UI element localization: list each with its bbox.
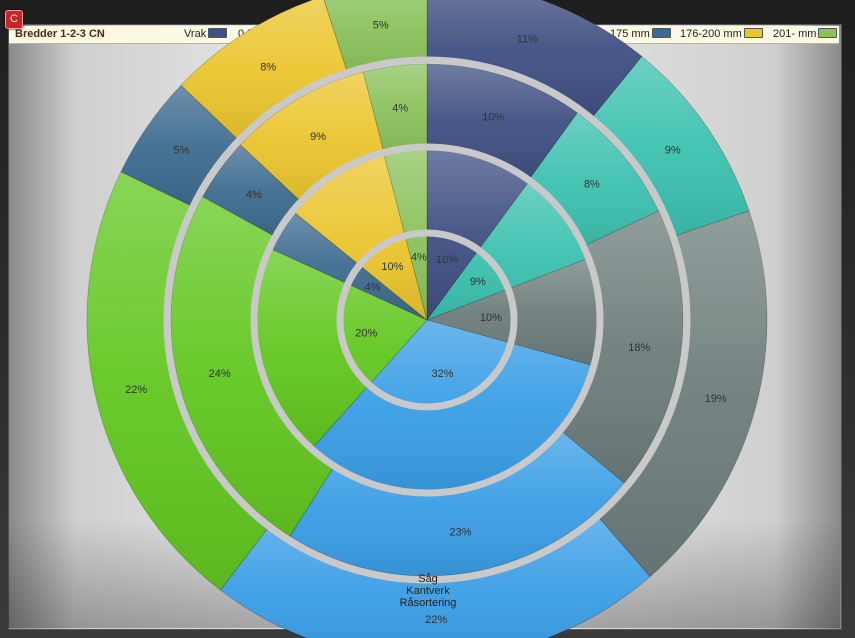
slice-label-middle-2: 18% [628,342,650,354]
slice-label-inner-4: 20% [355,328,377,340]
slice-label-outer-3: 22% [425,614,447,626]
slice-label-inner-7: 4% [411,252,427,264]
slice-label-inner-1: 9% [470,276,486,288]
slice-label-outer-1: 9% [665,145,681,157]
slice-label-outer-2: 19% [705,393,727,405]
donut-chart: 11% 9% 19% 22% 22% 5% 8% 5% 10% 8% 18% 23% 24% 4% 9% 4%… [86,0,768,638]
slice-label-middle-0: 10% [482,112,504,124]
ring-caption-outer: Såg [418,573,438,585]
ring-caption-inner: Råsortering [399,597,457,609]
slice-label-outer-0: 11% [517,33,538,45]
slice-label-inner-0: 10% [436,254,458,266]
slice-label-outer-5: 5% [173,145,189,157]
slice-label-inner-6: 10% [381,261,403,273]
slice-label-inner-2: 10% [480,312,502,324]
slice-label-outer-6: 8% [260,62,276,74]
ring-caption-middle: Kantverk [406,585,450,597]
slice-label-middle-7: 4% [392,103,408,115]
slice-label-inner-5: 4% [365,281,381,293]
slice-label-middle-3: 23% [449,526,471,538]
slice-label-outer-7: 5% [373,20,389,32]
slice-label-middle-4: 24% [209,368,231,380]
slice-label-middle-1: 8% [584,179,600,191]
slice-label-middle-6: 9% [310,131,326,143]
slice-label-inner-3: 32% [431,368,453,380]
slice-label-middle-5: 4% [246,189,262,201]
slice-label-outer-4: 22% [125,384,147,396]
